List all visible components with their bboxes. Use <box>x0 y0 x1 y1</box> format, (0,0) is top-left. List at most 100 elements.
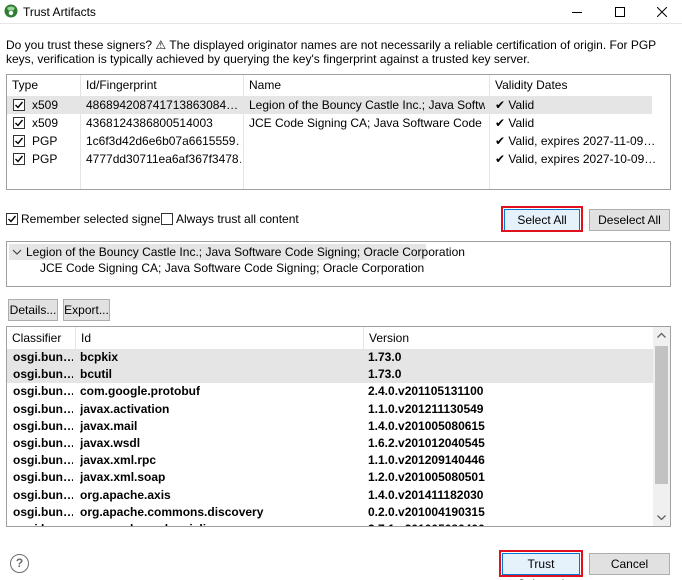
signer-row[interactable]: PGP 4777dd30711ea6af367f3478… ✔ Valid, exp… <box>7 150 655 168</box>
minimize-button[interactable] <box>555 0 599 24</box>
artifacts-scrollbar[interactable] <box>653 327 670 526</box>
signer-name: Legion of the Bouncy Castle Inc.; Java S… <box>249 98 485 112</box>
column-header-version[interactable]: Version <box>364 327 644 349</box>
artifact-version: 2.4.0.v201105131100 <box>368 384 484 399</box>
scroll-down-icon[interactable] <box>653 509 670 526</box>
column-header-type[interactable]: Type <box>7 75 79 95</box>
signer-fingerprint: 486894208741713863084… <box>86 98 239 112</box>
signer-validity: ✔ Valid, expires 2027-10-09… <box>495 152 655 166</box>
signer-type: x509 <box>32 116 59 130</box>
artifact-classifier: osgi.bun… <box>13 453 73 468</box>
checkmark-icon <box>15 101 24 109</box>
artifact-id: javax.activation <box>80 401 170 416</box>
artifact-row[interactable]: osgi.bun… com.google.protobuf 2.4.0.v20110… <box>7 383 653 400</box>
artifact-id: org.apache.xml.serializer <box>80 521 360 526</box>
artifacts-table[interactable]: Classifier Id Version osgi.bun… bcpkix 1.7… <box>6 326 671 527</box>
signers-table[interactable]: Type Id/Fingerprint Name Validity Dates … <box>6 74 671 190</box>
signer-fingerprint: 4777dd30711ea6af367f3478… <box>86 152 241 166</box>
artifact-version: 1.73.0 <box>368 350 402 364</box>
signer-checkbox[interactable] <box>13 153 25 165</box>
artifact-id: bcpkix <box>80 350 119 364</box>
tree-item-child-label: JCE Code Signing CA; Java Software Code … <box>40 261 425 275</box>
column-header-validity[interactable]: Validity Dates <box>490 75 670 95</box>
artifact-id: org.apache.axis <box>80 487 171 502</box>
trust-selected-highlight <box>499 550 583 577</box>
signer-checkbox[interactable] <box>13 99 25 111</box>
checkmark-icon <box>15 137 24 145</box>
artifact-row[interactable]: osgi.bun… bcutil 1.73.0 <box>7 366 653 384</box>
artifact-row[interactable]: osgi.bun… bcpkix 1.73.0 <box>7 349 653 366</box>
artifact-version: 0.2.0.v201004190315 <box>368 504 485 519</box>
eclipse-icon <box>4 4 18 18</box>
artifact-row[interactable]: osgi.bun… org.apache.commons.discovery 0.2… <box>7 504 653 521</box>
artifact-version: 2.7.1.v201005080400 <box>368 521 638 526</box>
always-trust-checkbox[interactable]: Always trust all content <box>161 211 301 227</box>
column-header-id[interactable]: Id <box>76 327 362 349</box>
signer-validity: ✔ Valid, expires 2027-11-09… <box>495 134 655 148</box>
remember-checkbox-box[interactable] <box>6 213 18 225</box>
signer-row[interactable]: PGP 1c6f3d42d6e6b07a6615559… ✔ Valid, expi… <box>7 132 655 150</box>
signer-name: JCE Code Signing CA; Java Software Code … <box>249 116 485 130</box>
details-button[interactable]: Details... <box>8 299 58 321</box>
column-header-classifier[interactable]: Classifier <box>7 327 75 349</box>
artifact-id: javax.mail <box>80 418 138 433</box>
signer-type: PGP <box>32 134 58 148</box>
deselect-all-button[interactable]: Deselect All <box>589 209 670 231</box>
remember-signers-label: Remember selected signers <box>21 212 171 226</box>
artifact-id: org.apache.commons.discovery <box>80 504 264 519</box>
help-icon[interactable]: ? <box>10 554 29 573</box>
column-separator <box>243 75 244 189</box>
remember-signers-checkbox[interactable]: Remember selected signers <box>6 211 170 227</box>
window-title: Trust Artifacts <box>23 5 96 19</box>
artifact-classifier: osgi.bun… <box>13 367 73 382</box>
title-bar: Trust Artifacts <box>0 0 682 24</box>
chevron-down-icon[interactable] <box>12 247 22 257</box>
artifact-row[interactable]: osgi.bun… javax.xml.rpc 1.1.0.v20120914044… <box>7 452 653 469</box>
artifact-classifier: osgi.bun… <box>13 418 73 433</box>
artifact-id: javax.xml.rpc <box>80 453 157 468</box>
checkmark-icon <box>15 155 24 163</box>
artifact-version: 1.6.2.v201012040545 <box>368 436 485 450</box>
signer-checkbox[interactable] <box>13 135 25 147</box>
signer-type: x509 <box>32 98 59 112</box>
cancel-button[interactable]: Cancel <box>589 553 670 575</box>
maximize-button[interactable] <box>598 0 642 24</box>
artifact-classifier: osgi.bun… <box>13 350 73 364</box>
signer-name <box>249 132 485 150</box>
scroll-up-icon[interactable] <box>653 327 670 344</box>
signer-checkbox[interactable] <box>13 117 25 129</box>
close-button[interactable] <box>640 0 682 24</box>
signers-table-header: Type Id/Fingerprint Name Validity Dates <box>7 75 670 95</box>
signer-type: PGP <box>32 152 58 166</box>
minimize-icon <box>572 12 582 13</box>
artifact-row[interactable]: osgi.bun… org.apache.axis 1.4.0.v201411182… <box>7 487 653 504</box>
signer-fingerprint: 1c6f3d42d6e6b07a6615559… <box>86 134 241 148</box>
column-separator <box>489 75 490 189</box>
signer-row[interactable]: x509 486894208741713863084… Legion of the … <box>7 96 652 114</box>
signer-validity: ✔ Valid <box>495 116 535 130</box>
artifact-row[interactable]: osgi.bun… org.apache.xml.serializer 2.7.1.… <box>7 521 653 526</box>
checkmark-icon <box>8 215 17 223</box>
artifact-row[interactable]: osgi.bun… javax.activation 1.1.0.v20121113… <box>7 401 653 418</box>
tree-item-child[interactable]: JCE Code Signing CA; Java Software Code … <box>40 260 424 276</box>
certificate-chain-tree[interactable]: Legion of the Bouncy Castle Inc.; Java S… <box>6 241 671 287</box>
column-header-fingerprint[interactable]: Id/Fingerprint <box>81 75 243 95</box>
scrollbar-thumb[interactable] <box>655 346 668 484</box>
artifact-version: 1.4.0.v201005080615 <box>368 418 485 433</box>
artifact-row[interactable]: osgi.bun… javax.wsdl 1.6.2.v201012040545 <box>7 435 653 452</box>
export-button[interactable]: Export... <box>63 299 110 321</box>
artifact-id: javax.wsdl <box>80 436 141 450</box>
always-trust-checkbox-box[interactable] <box>161 213 173 225</box>
artifact-version: 1.1.0.v201209140446 <box>368 453 485 468</box>
signer-name <box>249 150 485 168</box>
artifact-row[interactable]: osgi.bun… javax.mail 1.4.0.v201005080615 <box>7 418 653 435</box>
maximize-icon <box>615 7 625 17</box>
artifact-version: 1.2.0.v201005080501 <box>368 470 485 485</box>
column-header-name[interactable]: Name <box>244 75 489 95</box>
signer-row[interactable]: x509 4368124386800514003 JCE Code Signing … <box>7 114 652 132</box>
artifact-classifier: osgi.bun… <box>13 504 73 519</box>
artifact-row[interactable]: osgi.bun… javax.xml.soap 1.2.0.v2010050805… <box>7 469 653 486</box>
artifact-classifier: osgi.bun… <box>13 401 73 416</box>
tree-item-root[interactable]: Legion of the Bouncy Castle Inc.; Java S… <box>9 244 465 260</box>
tree-item-root-label: Legion of the Bouncy Castle Inc.; Java S… <box>26 245 465 259</box>
